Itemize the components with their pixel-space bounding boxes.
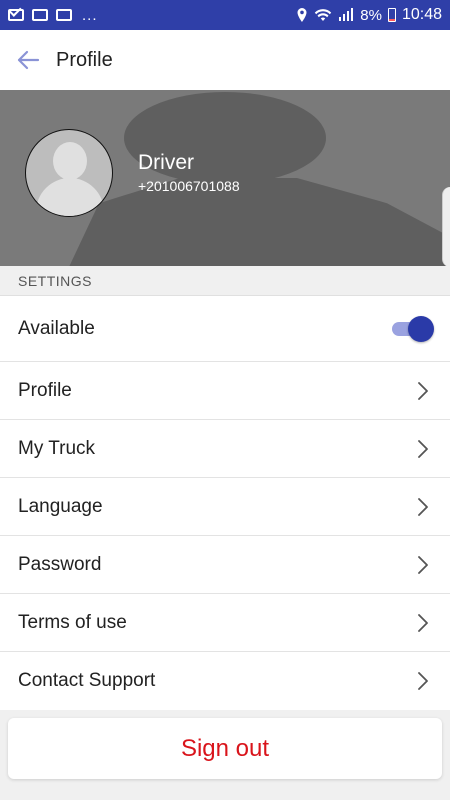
app-bar: Profile [0,30,450,90]
settings-list: Available Profile My Truck Language Pass… [0,296,450,710]
location-icon [297,8,307,22]
back-button[interactable] [0,30,56,90]
chevron-right-icon [414,439,432,458]
mail-icon [8,9,24,21]
chevron-right-icon [414,613,432,632]
chevron-right-icon [414,555,432,574]
edge-panel-handle[interactable] [442,187,450,266]
battery-percent: 8% [360,6,382,24]
chevron-right-icon [414,497,432,516]
settings-item-password[interactable]: Password [0,536,450,594]
settings-item-my-truck[interactable]: My Truck [0,420,450,478]
signal-icon [339,8,354,21]
battery-icon [387,8,396,22]
clock: 10:48 [401,6,442,23]
available-toggle[interactable] [390,314,434,344]
settings-item-terms-of-use[interactable]: Terms of use [0,594,450,652]
driver-phone: +201006701088 [138,178,240,194]
status-bar: ... 8% 10:48 [0,0,450,30]
settings-item-profile[interactable]: Profile [0,362,450,420]
app-notification-icon [56,9,72,21]
list-item-label: Password [18,553,102,575]
profile-header: Driver +201006701088 [0,90,450,266]
wifi-icon [315,9,332,21]
page-title: Profile [56,48,113,71]
chevron-right-icon [414,672,432,690]
available-row[interactable]: Available [0,296,450,362]
driver-name: Driver [138,151,194,174]
person-placeholder-icon [53,142,87,180]
avatar[interactable] [25,129,113,217]
list-item-label: Contact Support [18,670,156,691]
sign-out-button[interactable]: Sign out [8,718,442,779]
settings-item-language[interactable]: Language [0,478,450,536]
available-label: Available [18,317,95,339]
list-item-label: Terms of use [18,611,127,633]
arrow-left-icon [17,50,40,70]
settings-section-label: SETTINGS [0,266,450,296]
gallery-icon [32,9,48,21]
more-notifications: ... [82,6,98,24]
chevron-right-icon [414,381,432,400]
list-item-label: My Truck [18,437,96,459]
list-item-label: Language [18,495,103,517]
sign-out-label: Sign out [180,734,270,762]
list-item-label: Profile [18,379,72,401]
settings-item-contact-support[interactable]: Contact Support [0,652,450,710]
